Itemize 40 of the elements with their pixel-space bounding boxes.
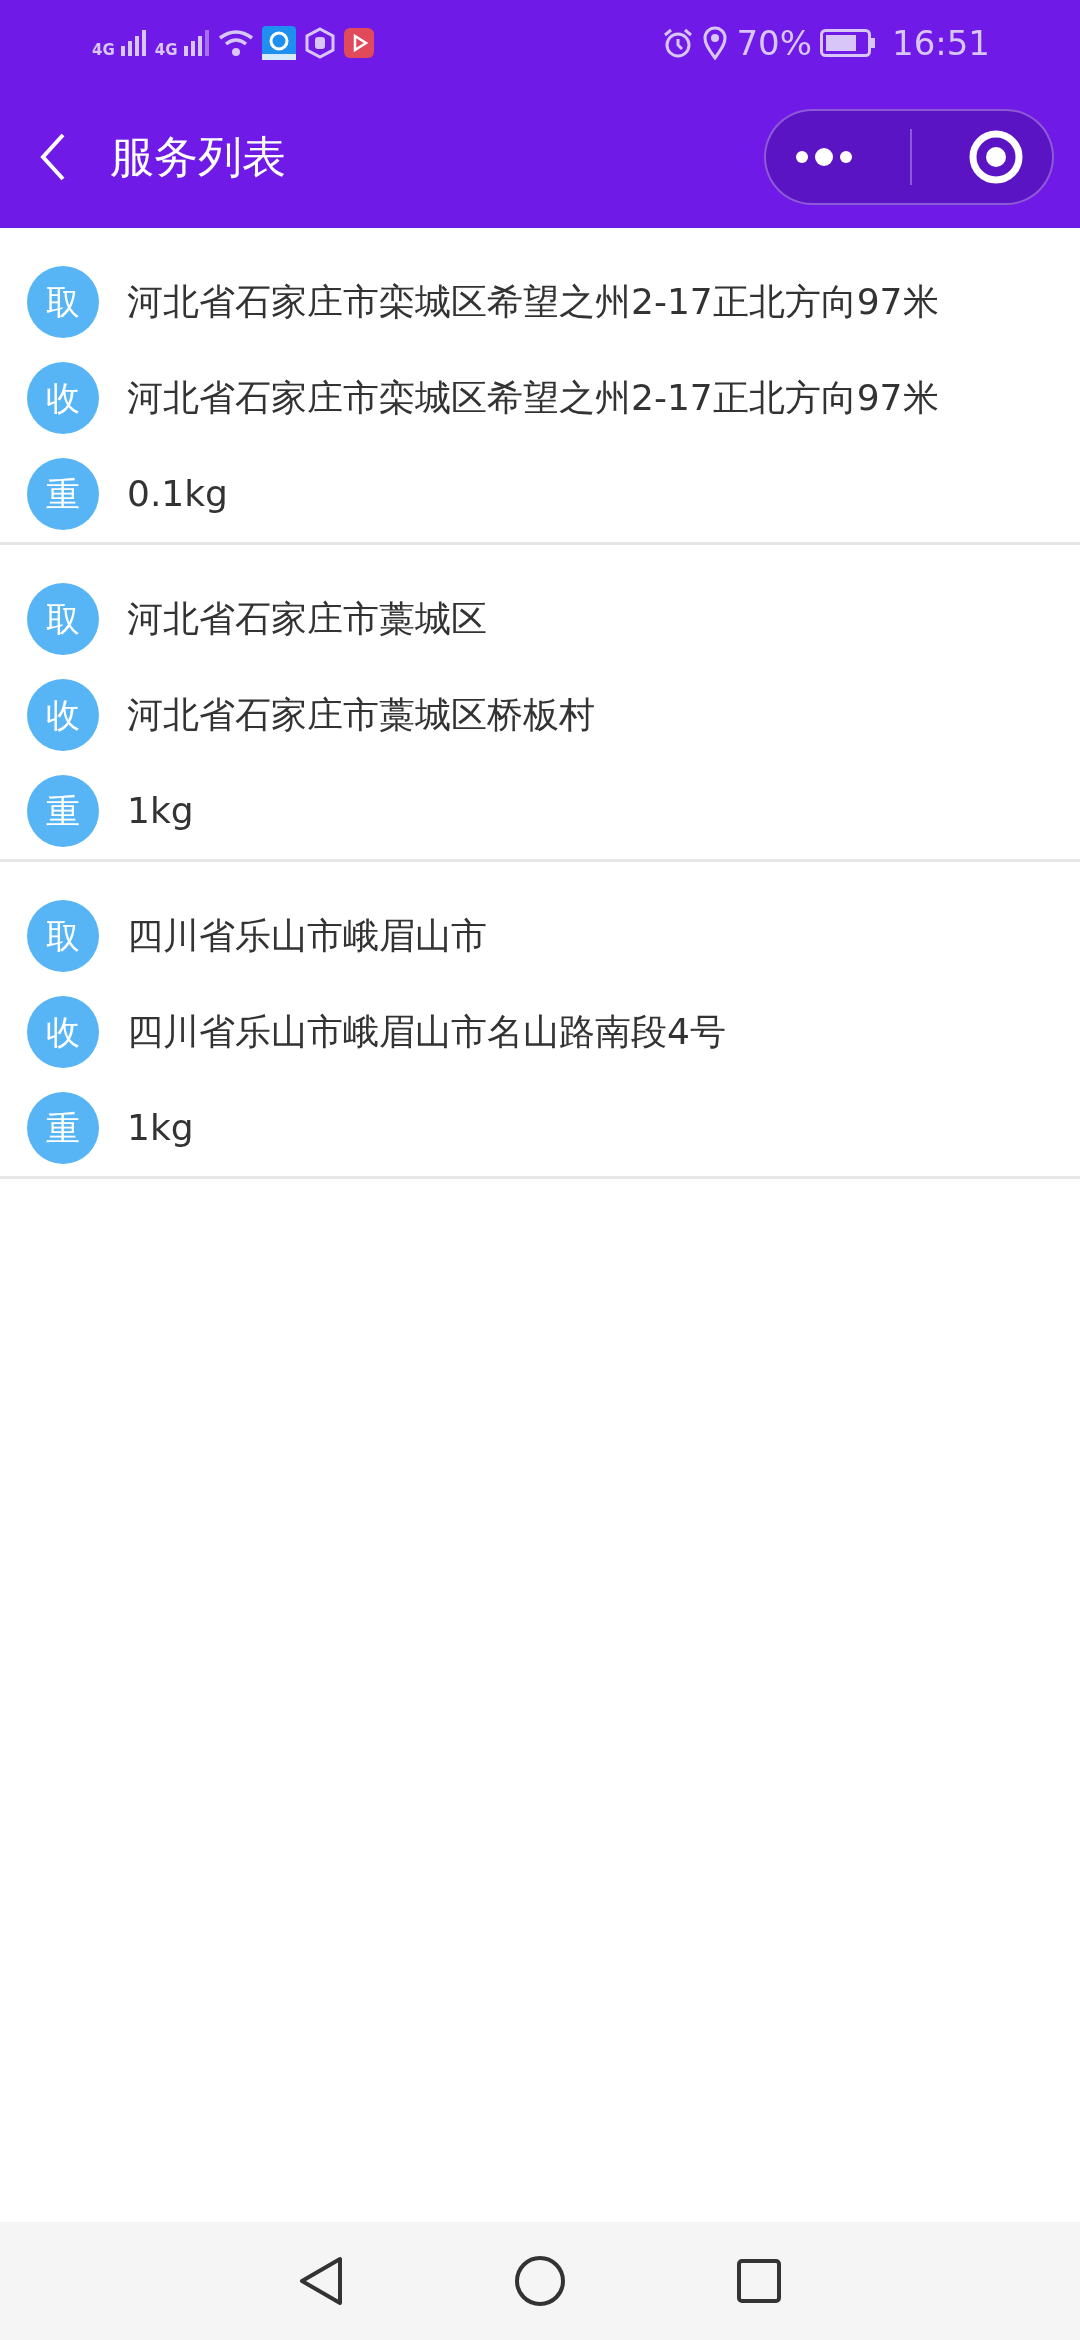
home-nav-icon[interactable] xyxy=(514,2255,566,2307)
delivery-address: 河北省石家庄市栾城区希望之州2-17正北方向97米 xyxy=(127,376,939,420)
page-title: 服务列表 xyxy=(110,130,286,184)
signal-icon xyxy=(118,28,147,58)
weight-value: 0.1kg xyxy=(127,472,228,516)
pickup-badge: 取 xyxy=(27,583,99,655)
signal-icon xyxy=(181,28,210,58)
pickup-address: 河北省石家庄市栾城区希望之州2-17正北方向97米 xyxy=(127,280,939,324)
order-card[interactable]: 取 四川省乐山市峨眉山市 收 四川省乐山市峨眉山市名山路南段4号 重 1kg xyxy=(0,862,1080,1179)
close-button[interactable] xyxy=(968,129,1024,185)
pickup-badge: 取 xyxy=(27,900,99,972)
battery-percent: 70% xyxy=(736,21,812,65)
weight-value: 1kg xyxy=(127,1106,194,1150)
location-icon xyxy=(702,26,729,60)
more-button[interactable] xyxy=(794,147,854,167)
app-icon xyxy=(261,26,296,60)
back-nav-icon[interactable] xyxy=(298,2255,344,2307)
battery-icon xyxy=(820,29,876,57)
delivery-address: 河北省石家庄市藁城区桥板村 xyxy=(127,693,595,737)
pickup-address: 四川省乐山市峨眉山市 xyxy=(127,914,487,958)
delivery-badge: 收 xyxy=(27,996,99,1068)
weight-badge: 重 xyxy=(27,458,99,530)
weight-badge: 重 xyxy=(27,1092,99,1164)
weight-badge: 重 xyxy=(27,775,99,847)
delivery-badge: 收 xyxy=(27,362,99,434)
recent-apps-icon[interactable] xyxy=(736,2258,782,2304)
delivery-address: 四川省乐山市峨眉山市名山路南段4号 xyxy=(127,1010,726,1054)
alarm-icon xyxy=(662,27,695,59)
pickup-badge: 取 xyxy=(27,266,99,338)
network-type-label: 4G xyxy=(154,43,178,58)
weight-value: 1kg xyxy=(127,789,194,833)
order-card[interactable]: 取 河北省石家庄市藁城区 收 河北省石家庄市藁城区桥板村 重 1kg xyxy=(0,545,1080,862)
delivery-badge: 收 xyxy=(27,679,99,751)
clock-time: 16:51 xyxy=(892,21,990,65)
back-button[interactable] xyxy=(40,132,66,182)
pickup-address: 河北省石家庄市藁城区 xyxy=(127,597,487,641)
network-type-label: 4G xyxy=(92,43,115,58)
play-icon xyxy=(343,28,374,58)
wifi-icon xyxy=(217,28,254,58)
order-card[interactable]: 取 河北省石家庄市栾城区希望之州2-17正北方向97米 收 河北省石家庄市栾城区希望之州2-17正北方向97米 重 0.1kg xyxy=(0,228,1080,545)
